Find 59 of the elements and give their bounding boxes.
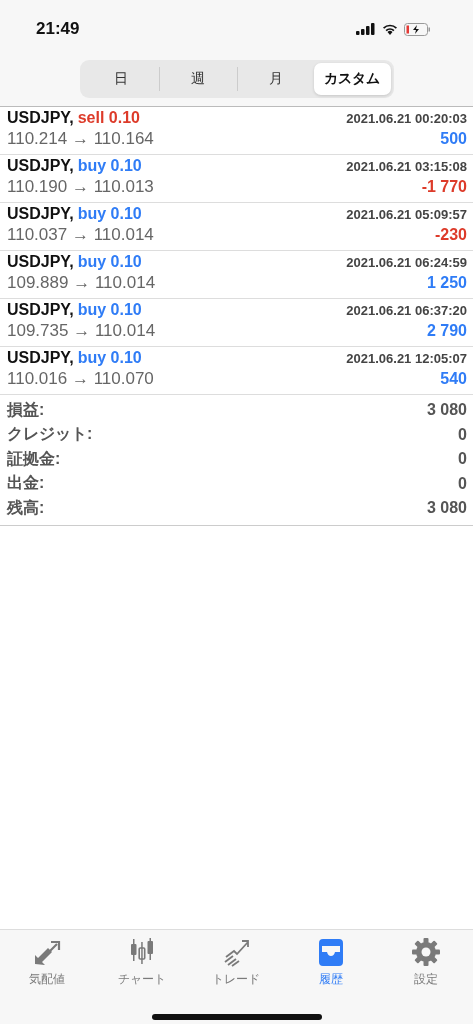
tab-bar-item[interactable]: 気配値 [0,933,95,992]
profit-label: 500 [440,130,467,148]
trade-row[interactable]: USDJPY, buy 0.10 2021.06.21 12:05:07 110.016 → 110.070 540 [0,347,473,395]
trade-time: 2021.06.21 00:20:03 [346,111,467,126]
tab-bar-item[interactable]: 履歴 [283,933,379,992]
summary-value: 0 [458,450,467,469]
price-label: 110.190 → 110.013 [7,176,154,198]
order-label: buy 0.10 [77,253,142,271]
summary-value: 3 080 [426,401,467,420]
summary-label: 証拠金: [7,448,61,469]
price-label: 110.214 → 110.164 [7,128,154,150]
trade-row[interactable]: USDJPY, buy 0.10 2021.06.21 06:24:59 109.889 → 110.014 1 250 [0,251,473,299]
order-label: buy 0.10 [77,301,142,319]
summary-value: 3 080 [426,499,467,518]
wifi-icon [382,23,398,35]
tab-bar-item[interactable]: 設定 [378,933,473,992]
symbol-label: USDJPY, [7,109,74,127]
order-label: sell 0.10 [77,109,140,127]
order-label: buy 0.10 [77,349,142,367]
battery-icon [404,22,431,36]
price-label: 109.889 → 110.014 [7,272,156,294]
trade-row[interactable]: USDJPY, buy 0.10 2021.06.21 05:09:57 110.037 → 110.014 -230 [0,203,473,251]
trade-time: 2021.06.21 05:09:57 [346,207,467,222]
profit-label: 2 790 [426,322,467,340]
segment-tab[interactable]: カスタム [314,63,391,95]
summary-value: 0 [458,425,467,444]
segment-tab[interactable]: 日 [82,63,159,95]
symbol-label: USDJPY, [7,205,74,223]
segment-tab[interactable]: 週 [159,67,237,91]
symbol-label: USDJPY, [7,301,74,319]
trade-time: 2021.06.21 06:24:59 [346,255,467,270]
symbol-label: USDJPY, [7,253,74,271]
tab-bar-item[interactable]: チャート [94,933,190,992]
order-label: buy 0.10 [77,205,142,223]
trade-time: 2021.06.21 06:37:20 [346,303,467,318]
summary-value: 0 [458,474,467,493]
symbol-label: USDJPY, [7,157,74,175]
signal-icon [356,23,376,35]
profit-label: -1 770 [421,178,467,196]
tab-bar-item[interactable]: トレード [189,933,284,992]
profit-label: -230 [434,226,467,244]
summary-label: クレジット: [7,424,93,445]
trade-row[interactable]: USDJPY, buy 0.10 2021.06.21 06:37:20 109.735 → 110.014 2 790 [0,299,473,347]
summary-label: 出金: [7,473,45,494]
price-label: 109.735 → 110.014 [7,320,156,342]
price-label: 110.037 → 110.014 [7,224,154,246]
summary-label: 損益: [7,399,45,420]
trade-time: 2021.06.21 03:15:08 [346,159,467,174]
symbol-label: USDJPY, [7,349,74,367]
status-time: 21:49 [36,19,80,39]
profit-label: 540 [440,370,467,388]
trade-time: 2021.06.21 12:05:07 [346,351,467,366]
settings-icon [410,937,441,967]
price-label: 110.016 → 110.070 [7,368,154,390]
order-label: buy 0.10 [77,157,142,175]
trade-row[interactable]: USDJPY, buy 0.10 2021.06.21 03:15:08 110.190 → 110.013 -1 770 [0,155,473,203]
trade-row[interactable]: USDJPY, sell 0.10 2021.06.21 00:20:03 110.214 → 110.164 500 [0,107,473,155]
profit-label: 1 250 [426,274,467,292]
summary-label: 残高: [7,497,45,518]
